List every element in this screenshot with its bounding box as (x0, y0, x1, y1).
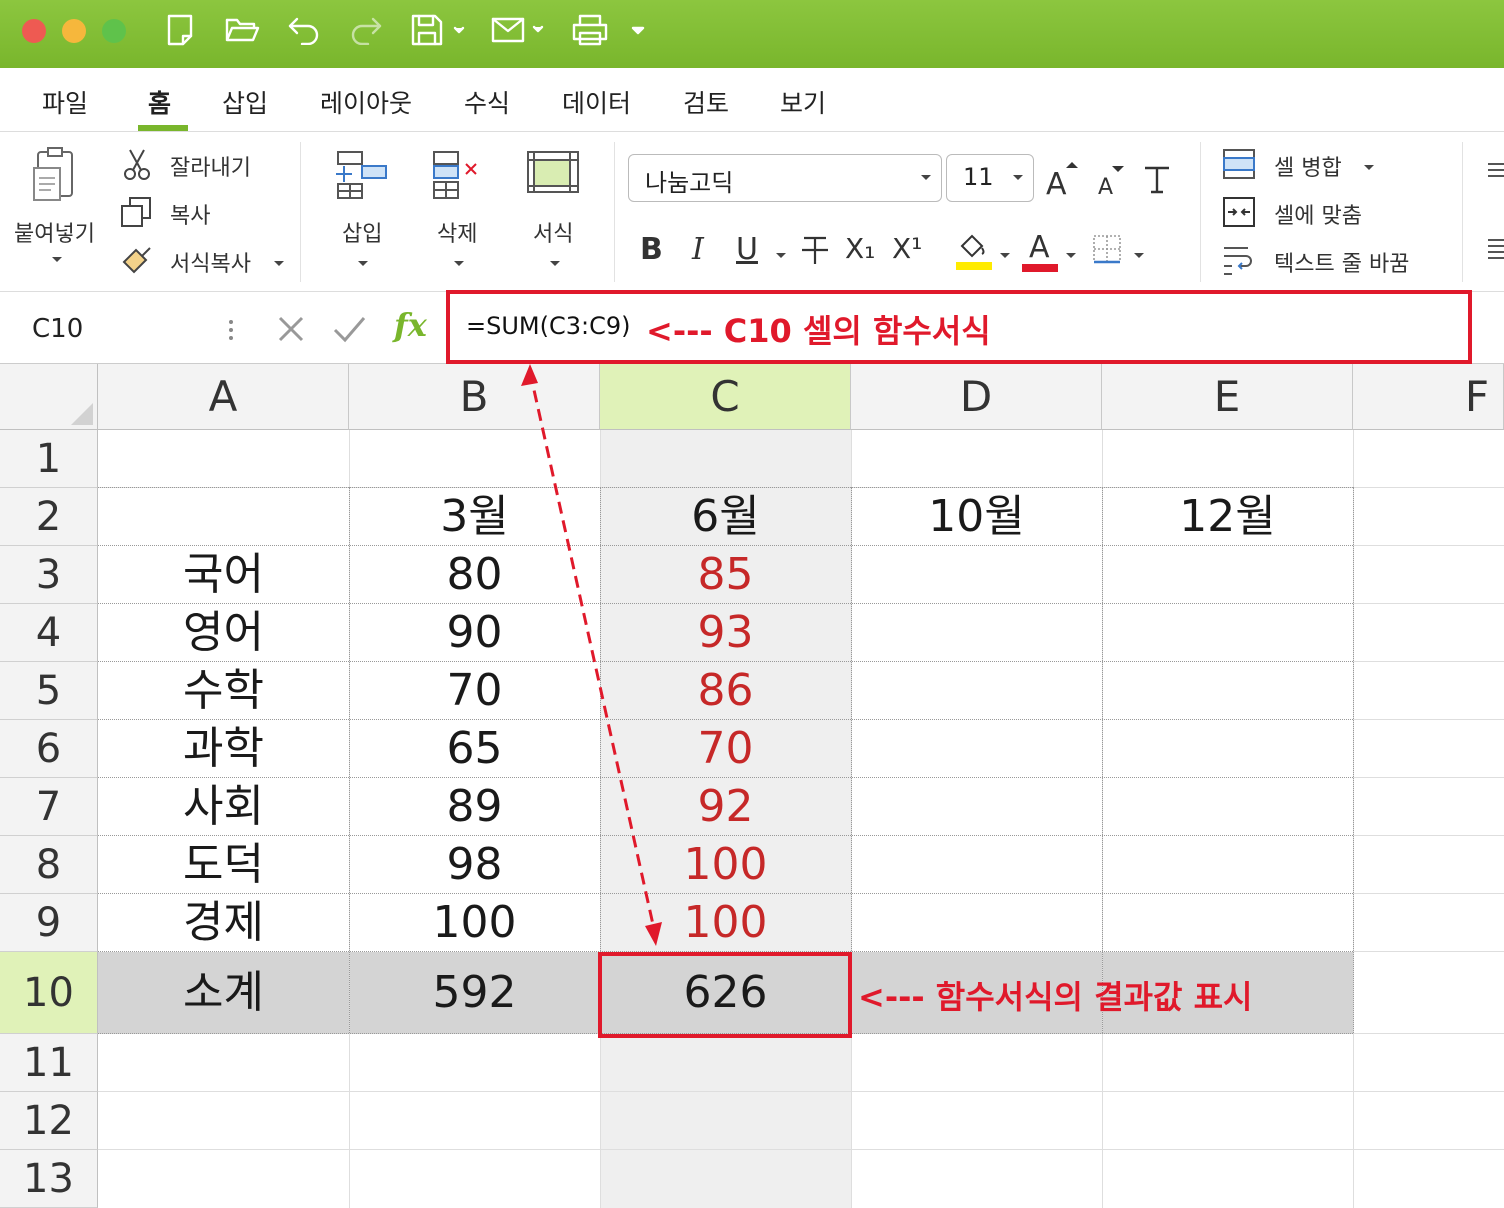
annotation-arrow (521, 364, 662, 946)
